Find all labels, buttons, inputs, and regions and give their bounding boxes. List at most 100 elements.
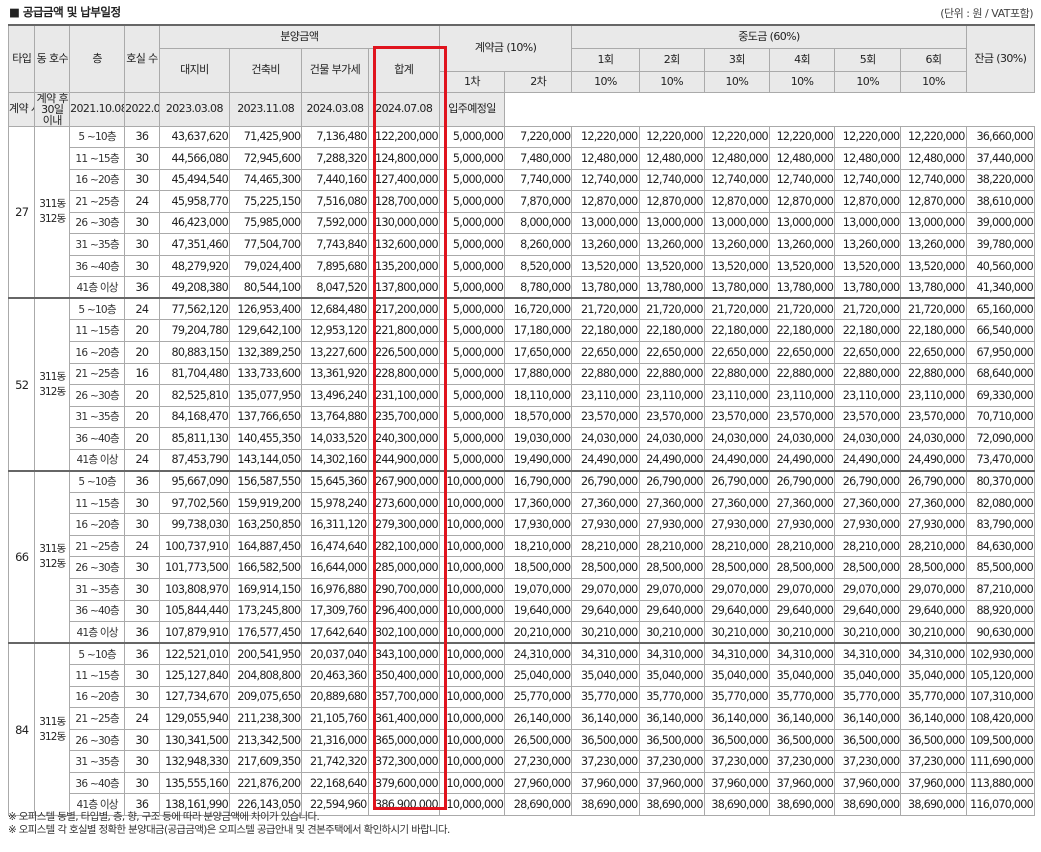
land-price-cell: 105,844,440 <box>158 599 231 623</box>
middle-payment-cell-3: 13,260,000 <box>703 233 770 256</box>
middle-payment-cell-2: 12,480,000 <box>638 147 705 170</box>
deposit-2-cell: 26,500,000 <box>504 728 573 752</box>
balance-cell: 36,660,000 <box>965 125 1036 149</box>
middle-payment-cell-5: 12,220,000 <box>834 125 902 149</box>
middle-payment-cell-2: 29,070,000 <box>638 577 705 601</box>
units-cell: 20 <box>124 427 160 450</box>
middle-payment-cell-5: 23,570,000 <box>834 405 902 429</box>
building-cell: 311동 312동 <box>34 297 71 472</box>
middle-payment-cell-1: 29,070,000 <box>571 577 640 601</box>
deposit-1-cell: 5,000,000 <box>438 168 506 192</box>
middle-payment-cell-2: 13,000,000 <box>638 211 705 235</box>
floor-cell: 36 ~40층 <box>69 771 126 795</box>
table-row: 16 ~20층 30 45,494,540 74,465,300 7,440,160 12… <box>9 168 1036 192</box>
middle-payment-cell-6: 23,570,000 <box>900 405 967 429</box>
middle-payment-cell-4: 27,930,000 <box>768 513 836 536</box>
middle-payment-cell-3: 28,500,000 <box>703 556 770 579</box>
deposit-2-cell: 19,070,000 <box>504 577 573 601</box>
floor-cell: 41층 이상 <box>69 621 126 644</box>
middle-payment-cell-1: 36,140,000 <box>571 707 640 730</box>
vat-cell: 14,033,520 <box>301 427 369 450</box>
middle-payment-cell-1: 23,570,000 <box>571 405 640 429</box>
total-price-cell: 240,300,000 <box>367 427 440 450</box>
deposit-2-cell: 17,360,000 <box>504 491 573 515</box>
balance-cell: 109,500,000 <box>965 728 1036 752</box>
construction-price-cell: 140,455,350 <box>229 427 303 450</box>
table-row: 21 ~25층 24 100,737,910 164,887,450 16,474,64… <box>9 534 1036 558</box>
type-cell: 27 <box>7 125 36 299</box>
balance-cell: 88,920,000 <box>965 599 1036 623</box>
table-row: 21 ~25층 24 45,958,770 75,225,150 7,516,080 12… <box>9 190 1036 213</box>
units-cell: 36 <box>124 469 160 493</box>
middle-payment-cell-3: 24,490,000 <box>703 448 770 472</box>
units-cell: 30 <box>124 513 160 536</box>
total-price-cell: 379,600,000 <box>367 771 440 795</box>
land-price-cell: 81,704,480 <box>158 362 231 386</box>
table-row: 31 ~35층 20 84,168,470 137,766,650 13,764,880… <box>9 405 1036 429</box>
deposit-2-cell: 18,210,000 <box>504 534 573 558</box>
units-cell: 30 <box>124 491 160 515</box>
header-middle-date-2: 2022.07.08 <box>124 91 160 127</box>
header-middle-round-1: 1회 <box>571 47 640 72</box>
middle-payment-cell-1: 12,220,000 <box>571 125 640 149</box>
land-price-cell: 97,702,560 <box>158 491 231 515</box>
middle-payment-cell-1: 13,520,000 <box>571 254 640 278</box>
construction-price-cell: 75,225,150 <box>229 190 303 213</box>
deposit-2-cell: 19,490,000 <box>504 448 573 472</box>
construction-price-cell: 75,985,000 <box>229 211 303 235</box>
total-price-cell: 137,800,000 <box>367 276 440 299</box>
land-price-cell: 43,637,620 <box>158 125 231 149</box>
units-cell: 30 <box>124 577 160 601</box>
deposit-1-cell: 5,000,000 <box>438 233 506 256</box>
middle-payment-cell-5: 26,790,000 <box>834 469 902 493</box>
middle-payment-cell-6: 24,030,000 <box>900 427 967 450</box>
middle-payment-cell-1: 29,640,000 <box>571 599 640 623</box>
middle-payment-cell-5: 28,500,000 <box>834 556 902 579</box>
units-cell: 36 <box>124 642 160 666</box>
middle-payment-cell-6: 36,500,000 <box>900 728 967 752</box>
deposit-2-cell: 18,570,000 <box>504 405 573 429</box>
middle-payment-cell-3: 38,690,000 <box>703 793 770 816</box>
header-land: 대지비 <box>158 47 231 93</box>
middle-payment-cell-1: 13,260,000 <box>571 233 640 256</box>
middle-payment-cell-6: 21,720,000 <box>900 297 967 321</box>
table-row: 41층 이상 36 107,879,910 176,577,450 17,642,640… <box>9 621 1036 644</box>
total-price-cell: 365,000,000 <box>367 728 440 752</box>
middle-payment-cell-1: 12,740,000 <box>571 168 640 192</box>
middle-payment-cell-6: 22,650,000 <box>900 340 967 364</box>
table-row: 16 ~20층 30 99,738,030 163,250,850 16,311,120… <box>9 513 1036 536</box>
units-cell: 24 <box>124 707 160 730</box>
middle-payment-cell-6: 35,770,000 <box>900 685 967 709</box>
units-cell: 20 <box>124 384 160 407</box>
deposit-2-cell: 19,640,000 <box>504 599 573 623</box>
middle-payment-cell-5: 22,650,000 <box>834 340 902 364</box>
construction-price-cell: 132,389,250 <box>229 340 303 364</box>
vat-cell: 7,516,080 <box>301 190 369 213</box>
middle-payment-cell-5: 13,520,000 <box>834 254 902 278</box>
middle-payment-cell-5: 24,030,000 <box>834 427 902 450</box>
middle-payment-cell-6: 36,140,000 <box>900 707 967 730</box>
total-price-cell: 130,000,000 <box>367 211 440 235</box>
deposit-2-cell: 26,140,000 <box>504 707 573 730</box>
middle-payment-cell-6: 35,040,000 <box>900 664 967 687</box>
units-cell: 30 <box>124 599 160 623</box>
deposit-1-cell: 5,000,000 <box>438 427 506 450</box>
middle-payment-cell-3: 36,500,000 <box>703 728 770 752</box>
type-cell: 84 <box>7 642 36 817</box>
vat-cell: 7,440,160 <box>301 168 369 192</box>
middle-payment-cell-4: 35,770,000 <box>768 685 836 709</box>
header-units: 호실 수 <box>124 24 160 93</box>
middle-payment-cell-1: 28,210,000 <box>571 534 640 558</box>
deposit-2-cell: 8,780,000 <box>504 276 573 299</box>
middle-payment-cell-2: 24,490,000 <box>638 448 705 472</box>
construction-price-cell: 129,642,100 <box>229 319 303 342</box>
middle-payment-cell-6: 28,500,000 <box>900 556 967 579</box>
middle-payment-cell-6: 26,790,000 <box>900 469 967 493</box>
header-middle-round-6: 6회 <box>900 47 967 72</box>
middle-payment-cell-3: 22,180,000 <box>703 319 770 342</box>
units-cell: 36 <box>124 276 160 299</box>
total-price-cell: 296,400,000 <box>367 599 440 623</box>
units-cell: 30 <box>124 254 160 278</box>
table-row: 16 ~20층 30 127,734,670 209,075,650 20,889,68… <box>9 685 1036 709</box>
middle-payment-cell-2: 26,790,000 <box>638 469 705 493</box>
